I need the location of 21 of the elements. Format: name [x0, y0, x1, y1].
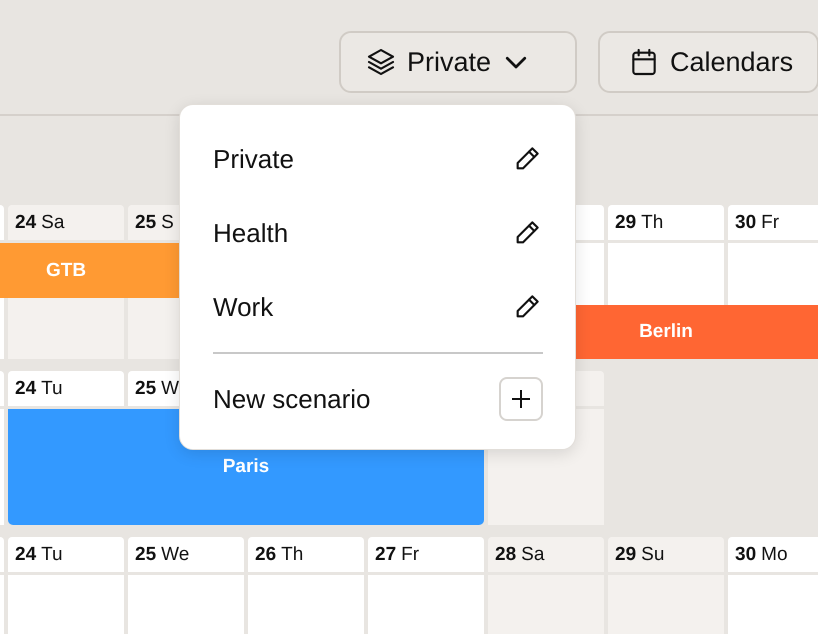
- scenario-dropdown[interactable]: Private: [339, 31, 577, 93]
- day-header: 30 Fr: [728, 205, 818, 240]
- day-cell[interactable]: [8, 298, 124, 359]
- add-button[interactable]: [499, 377, 543, 421]
- day-header: 25 We: [128, 537, 244, 572]
- day-cell[interactable]: [608, 243, 724, 305]
- day-header: 24 Sa: [8, 205, 124, 240]
- day-header: 24 Tu: [8, 371, 124, 406]
- day-header: 27 Fr: [368, 537, 484, 572]
- day-header: 29 Su: [608, 537, 724, 572]
- day-header: 26 Th: [248, 537, 364, 572]
- scenario-item[interactable]: Private: [213, 144, 294, 174]
- day-header: 24 Tu: [8, 537, 124, 572]
- layers-icon: [365, 46, 397, 78]
- calendars-button[interactable]: Calendars: [598, 31, 818, 93]
- day-cell[interactable]: [728, 243, 818, 305]
- scenario-item[interactable]: Work: [213, 292, 274, 322]
- day-header: 30 Mo: [728, 537, 818, 572]
- day-header: 28 Sa: [488, 537, 604, 572]
- day-header: 29 Th: [608, 205, 724, 240]
- plus-icon: [509, 387, 533, 411]
